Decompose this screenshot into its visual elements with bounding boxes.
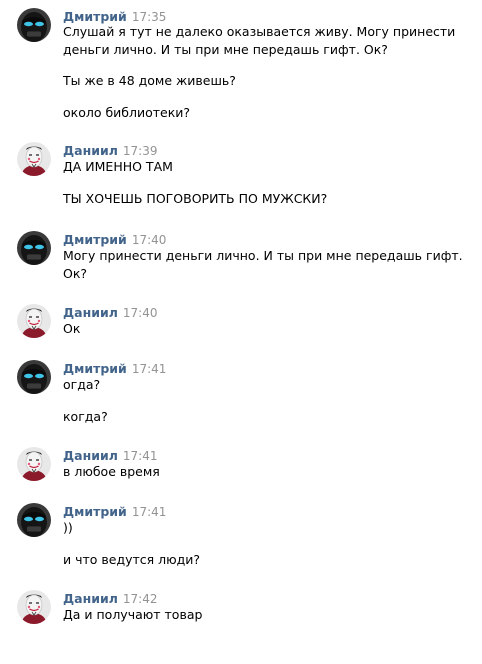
author-name[interactable]: Даниил [63, 305, 118, 320]
guy-fawkes-mask-avatar[interactable] [17, 590, 51, 624]
message-time[interactable]: 17:42 [123, 592, 158, 606]
guy-fawkes-mask-icon [17, 447, 51, 481]
message-text: огда? [63, 377, 101, 392]
message-text: Ок [63, 321, 81, 336]
guy-fawkes-mask-avatar[interactable] [17, 304, 51, 338]
author-name[interactable]: Даниил [63, 448, 118, 463]
message-time[interactable]: 17:41 [123, 449, 158, 463]
author-name[interactable]: Даниил [63, 143, 118, 158]
message-time[interactable]: 17:39 [123, 144, 158, 158]
black-mask-icon [17, 360, 51, 394]
black-mask-avatar[interactable] [17, 231, 51, 265]
message-text: около библиотеки? [63, 105, 191, 120]
message-text: Ты же в 48 доме живешь? [63, 73, 236, 88]
author-name[interactable]: Дмитрий [63, 232, 127, 247]
message-time[interactable]: 17:40 [132, 233, 167, 247]
author-name[interactable]: Дмитрий [63, 361, 127, 376]
message-text: Слушай я тут не далеко оказывается живу.… [63, 24, 456, 39]
message-time[interactable]: 17:40 [123, 306, 158, 320]
author-name[interactable]: Даниил [63, 591, 118, 606]
author-name[interactable]: Дмитрий [63, 504, 127, 519]
black-mask-icon [17, 231, 51, 265]
message-text: Да и получают товар [63, 607, 203, 622]
black-mask-avatar[interactable] [17, 360, 51, 394]
message-text: и что ведутся люди? [63, 552, 201, 567]
message-text: в любое время [63, 464, 160, 479]
message-text: когда? [63, 409, 108, 424]
guy-fawkes-mask-icon [17, 304, 51, 338]
message-text: Могу принести деньги лично. И ты при мне… [63, 248, 463, 263]
guy-fawkes-mask-icon [17, 590, 51, 624]
guy-fawkes-mask-avatar[interactable] [17, 142, 51, 176]
message-text: ТЫ ХОЧЕШЬ ПОГОВОРИТЬ ПО МУЖСКИ? [63, 191, 328, 206]
guy-fawkes-mask-icon [17, 142, 51, 176]
message-time[interactable]: 17:41 [132, 362, 167, 376]
black-mask-avatar[interactable] [17, 8, 51, 42]
message-text: )) [63, 520, 73, 535]
black-mask-icon [17, 8, 51, 42]
message-text: Ок? [63, 266, 88, 281]
message-text: деньги лично. И ты при мне передашь гифт… [63, 42, 388, 57]
guy-fawkes-mask-avatar[interactable] [17, 447, 51, 481]
black-mask-avatar[interactable] [17, 503, 51, 537]
message-time[interactable]: 17:35 [132, 10, 167, 24]
author-name[interactable]: Дмитрий [63, 9, 127, 24]
black-mask-icon [17, 503, 51, 537]
message-time[interactable]: 17:41 [132, 505, 167, 519]
message-text: ДА ИМЕННО ТАМ [63, 159, 173, 174]
